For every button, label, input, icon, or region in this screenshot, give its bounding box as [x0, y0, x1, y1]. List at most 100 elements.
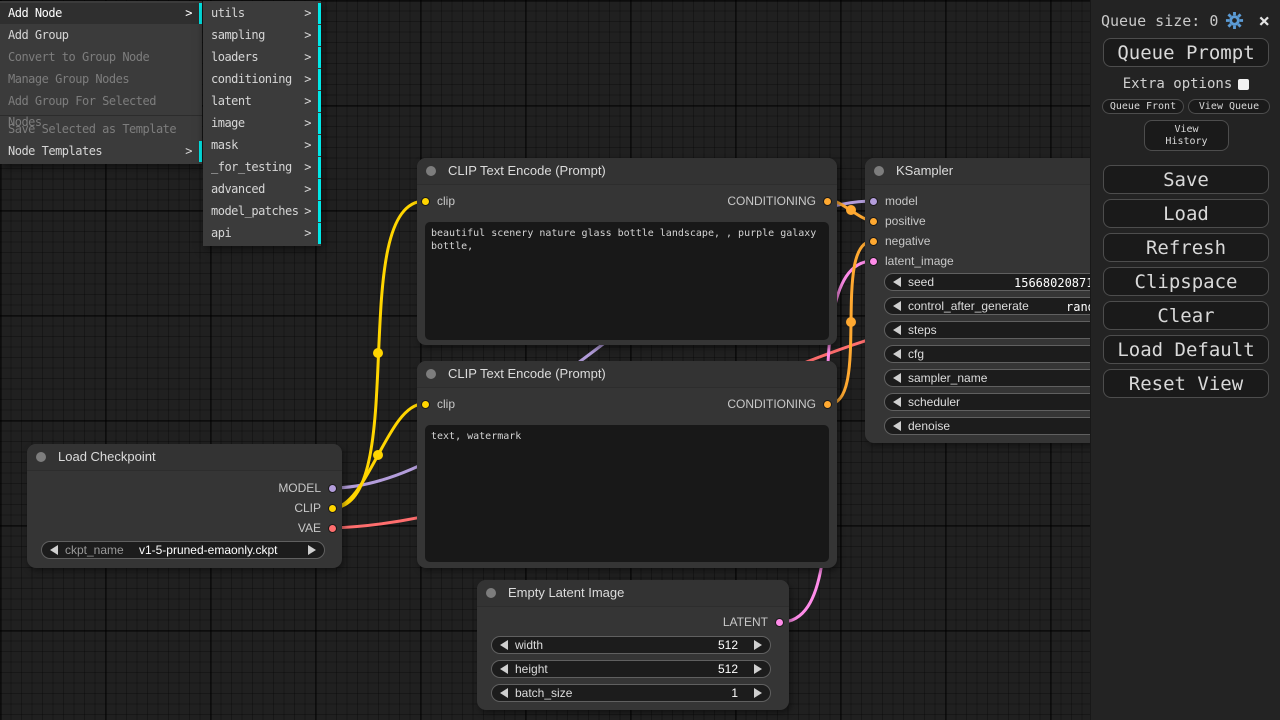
slot-dot-conditioning[interactable]	[823, 400, 832, 409]
menu-item-manage-group-nodes: Manage Group Nodes	[0, 69, 202, 90]
slot-dot-clip[interactable]	[421, 197, 430, 206]
slot-dot-clip[interactable]	[421, 400, 430, 409]
decrement-arrow-icon[interactable]	[500, 640, 508, 650]
menu-panel: Queue size: 0 × Queue Prompt Extra optio…	[1090, 0, 1280, 720]
decrement-arrow-icon[interactable]	[893, 325, 901, 335]
node-empty-latent-image[interactable]: Empty Latent Image LATENT width 512 heig…	[477, 580, 789, 710]
increment-arrow-icon[interactable]	[754, 688, 762, 698]
collapse-dot-icon[interactable]	[874, 166, 884, 176]
menu-item-add-group[interactable]: Add Group	[0, 25, 202, 46]
input-slot-negative[interactable]: negative	[869, 231, 930, 251]
prompt-textarea[interactable]: text, watermark	[425, 425, 829, 562]
slot-dot-clip[interactable]	[328, 504, 337, 513]
widget-height[interactable]: height 512	[491, 660, 771, 678]
slot-dot-conditioning[interactable]	[869, 237, 878, 246]
clear-button[interactable]: Clear	[1103, 301, 1269, 330]
node-clip-text-encode-2[interactable]: CLIP Text Encode (Prompt) clip CONDITION…	[417, 361, 837, 568]
view-history-button[interactable]: View History	[1144, 120, 1229, 151]
decrement-arrow-icon[interactable]	[500, 664, 508, 674]
submenu-item-mask[interactable]: mask >	[203, 135, 321, 156]
submenu-item-utils[interactable]: utils >	[203, 3, 321, 24]
node-clip-text-encode-1[interactable]: CLIP Text Encode (Prompt) clip CONDITION…	[417, 158, 837, 345]
slot-label: CONDITIONING	[727, 397, 816, 411]
settings-gear-icon[interactable]	[1225, 11, 1244, 30]
clipspace-button[interactable]: Clipspace	[1103, 267, 1269, 296]
output-slot-vae[interactable]: VAE	[298, 518, 337, 538]
prompt-textarea[interactable]: beautiful scenery nature glass bottle la…	[425, 222, 829, 340]
input-slot-latent-image[interactable]: latent_image	[869, 251, 954, 271]
decrement-arrow-icon[interactable]	[893, 421, 901, 431]
decrement-arrow-icon[interactable]	[50, 545, 58, 555]
collapse-dot-icon[interactable]	[426, 369, 436, 379]
input-slot-model[interactable]: model	[869, 191, 918, 211]
slot-dot-model[interactable]	[869, 197, 878, 206]
widget-label: cfg	[908, 347, 924, 361]
slot-dot-conditioning[interactable]	[823, 197, 832, 206]
load-default-button[interactable]: Load Default	[1103, 335, 1269, 364]
input-slot-clip[interactable]: clip	[421, 191, 455, 211]
menu-item-add-node[interactable]: Add Node >	[0, 3, 202, 24]
increment-arrow-icon[interactable]	[754, 640, 762, 650]
refresh-button[interactable]: Refresh	[1103, 233, 1269, 262]
increment-arrow-icon[interactable]	[754, 664, 762, 674]
extra-options-checkbox[interactable]	[1238, 79, 1249, 90]
input-slot-positive[interactable]: positive	[869, 211, 926, 231]
submenu-item-model-patches[interactable]: model_patches >	[203, 201, 321, 222]
queue-size-label: Queue size: 0	[1101, 12, 1218, 30]
queue-prompt-button[interactable]: Queue Prompt	[1103, 38, 1269, 67]
submenu-item-conditioning[interactable]: conditioning >	[203, 69, 321, 90]
slot-dot-model[interactable]	[328, 484, 337, 493]
node-title: CLIP Text Encode (Prompt)	[448, 361, 606, 387]
submenu-item-image[interactable]: image >	[203, 113, 321, 134]
slot-dot-vae[interactable]	[328, 524, 337, 533]
collapse-dot-icon[interactable]	[426, 166, 436, 176]
decrement-arrow-icon[interactable]	[893, 349, 901, 359]
widget-value: 512	[718, 638, 738, 652]
submenu-item-for-testing[interactable]: _for_testing >	[203, 157, 321, 178]
node-title: Load Checkpoint	[58, 444, 156, 470]
output-slot-model[interactable]: MODEL	[278, 478, 337, 498]
output-slot-clip[interactable]: CLIP	[294, 498, 337, 518]
slot-dot-latent[interactable]	[869, 257, 878, 266]
node-title-bar[interactable]: CLIP Text Encode (Prompt)	[417, 158, 837, 185]
close-icon[interactable]: ×	[1259, 12, 1270, 30]
increment-arrow-icon[interactable]	[308, 545, 316, 555]
submenu-item-loaders[interactable]: loaders >	[203, 47, 321, 68]
slot-dot-latent[interactable]	[775, 618, 784, 627]
submenu-item-api[interactable]: api >	[203, 223, 321, 244]
slot-label: CLIP	[294, 501, 321, 515]
widget-ckpt-name[interactable]: ckpt_name v1-5-pruned-emaonly.ckpt	[41, 541, 325, 559]
node-load-checkpoint[interactable]: Load Checkpoint MODEL CLIP VAE ckpt_name…	[27, 444, 342, 568]
node-title-bar[interactable]: Load Checkpoint	[27, 444, 342, 471]
menu-item-node-templates[interactable]: Node Templates >	[0, 141, 202, 162]
output-slot-conditioning[interactable]: CONDITIONING	[727, 394, 832, 414]
view-queue-button[interactable]: View Queue	[1188, 99, 1270, 114]
node-title-bar[interactable]: CLIP Text Encode (Prompt)	[417, 361, 837, 388]
widget-batch-size[interactable]: batch_size 1	[491, 684, 771, 702]
decrement-arrow-icon[interactable]	[893, 397, 901, 407]
input-slot-clip[interactable]: clip	[421, 394, 455, 414]
decrement-arrow-icon[interactable]	[893, 277, 901, 287]
decrement-arrow-icon[interactable]	[893, 301, 901, 311]
slot-dot-conditioning[interactable]	[869, 217, 878, 226]
node-title-bar[interactable]: Empty Latent Image	[477, 580, 789, 607]
submenu-arrow-icon: >	[304, 91, 311, 112]
collapse-dot-icon[interactable]	[486, 588, 496, 598]
output-slot-latent[interactable]: LATENT	[723, 612, 784, 632]
submenu-item-advanced[interactable]: advanced >	[203, 179, 321, 200]
submenu-arrow-icon: >	[304, 113, 311, 134]
save-button[interactable]: Save	[1103, 165, 1269, 194]
link-midpoint-dot	[373, 348, 383, 358]
widget-label: denoise	[908, 419, 950, 433]
widget-width[interactable]: width 512	[491, 636, 771, 654]
reset-view-button[interactable]: Reset View	[1103, 369, 1269, 398]
decrement-arrow-icon[interactable]	[893, 373, 901, 383]
submenu-item-sampling[interactable]: sampling >	[203, 25, 321, 46]
collapse-dot-icon[interactable]	[36, 452, 46, 462]
submenu-item-latent[interactable]: latent >	[203, 91, 321, 112]
output-slot-conditioning[interactable]: CONDITIONING	[727, 191, 832, 211]
queue-front-button[interactable]: Queue Front	[1102, 99, 1184, 114]
widget-label: height	[515, 662, 548, 676]
decrement-arrow-icon[interactable]	[500, 688, 508, 698]
load-button[interactable]: Load	[1103, 199, 1269, 228]
